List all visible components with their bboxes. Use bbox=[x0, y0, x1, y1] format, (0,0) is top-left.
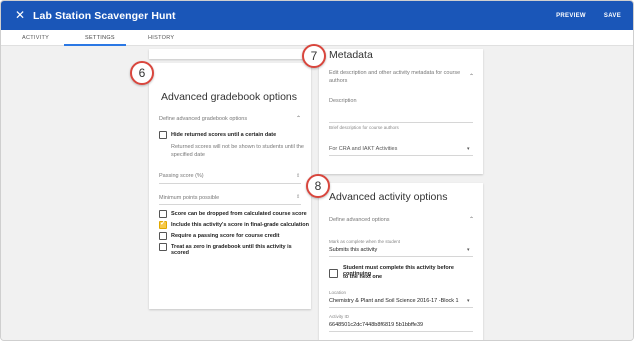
option-label-zero: Treat as zero in gradebook until this ac… bbox=[171, 244, 292, 256]
dropdown-arrow-icon[interactable]: ▾ bbox=[467, 298, 470, 304]
complete-label: Mark as complete when the student bbox=[329, 239, 401, 244]
activity-title: Lab Station Scavenger Hunt bbox=[33, 9, 176, 22]
option-checkbox-zero[interactable] bbox=[159, 243, 167, 251]
activity-id-value: 6648501c2dc7448b8f6819 5b1bbffe39 bbox=[329, 322, 424, 328]
hide-scores-note-1: Returned scores will not be shown to stu… bbox=[171, 144, 304, 150]
metadata-section-line2[interactable]: authors bbox=[329, 78, 347, 84]
option-label-require: Require a passing score for course credi… bbox=[171, 233, 280, 239]
preview-button[interactable]: PREVIEW bbox=[556, 13, 586, 19]
app-bar-actions: PREVIEW SAVE bbox=[556, 13, 621, 19]
metadata-section-line1[interactable]: Edit description and other activity meta… bbox=[329, 70, 460, 76]
activity-id-label: Activity ID bbox=[329, 314, 350, 319]
metadata-dropdown-underline bbox=[329, 155, 473, 156]
option-checkbox-require[interactable] bbox=[159, 232, 167, 240]
description-underline[interactable] bbox=[329, 122, 473, 123]
chevron-up-icon[interactable]: ⌃ bbox=[469, 73, 474, 80]
close-icon[interactable]: ✕ bbox=[10, 1, 30, 30]
option-label-include: Include this activity's score in final-g… bbox=[171, 222, 309, 228]
metadata-card: Metadata Edit description and other acti… bbox=[319, 49, 483, 174]
gradebook-section-label[interactable]: Define advanced gradebook options bbox=[159, 116, 247, 122]
previous-card-stub bbox=[149, 49, 309, 59]
complete-underline bbox=[329, 256, 473, 257]
min-points-label[interactable]: Minimum points possible bbox=[159, 195, 219, 201]
gradebook-options-card: Advanced gradebook options Define advanc… bbox=[149, 63, 311, 309]
spinner-icon[interactable]: ⇕ bbox=[296, 173, 300, 179]
hide-scores-note-2: specified date bbox=[171, 152, 205, 158]
tab-activity[interactable]: ACTIVITY bbox=[22, 30, 49, 46]
chevron-up-icon[interactable]: ⌃ bbox=[469, 216, 474, 223]
location-value[interactable]: Chemistry & Plant and Soil Science 2016-… bbox=[329, 298, 459, 304]
option-label-drop: Score can be dropped from calculated cou… bbox=[171, 211, 307, 217]
complete-value[interactable]: Submits this activity bbox=[329, 247, 377, 253]
passing-score-underline bbox=[159, 183, 301, 184]
advanced-section-label[interactable]: Define advanced options bbox=[329, 217, 390, 223]
description-hint: Brief description for course authors bbox=[329, 125, 399, 130]
app-bar: ✕ Lab Station Scavenger Hunt PREVIEW SAV… bbox=[1, 1, 633, 30]
content-edge bbox=[626, 46, 633, 340]
tab-history[interactable]: HISTORY bbox=[148, 30, 174, 46]
callout-6: 6 bbox=[130, 61, 154, 85]
hide-scores-label: Hide returned scores until a certain dat… bbox=[171, 132, 277, 138]
min-points-underline bbox=[159, 204, 301, 205]
spinner-icon[interactable]: ⇕ bbox=[296, 194, 300, 200]
must-complete-label-2: to the next one bbox=[343, 274, 383, 280]
advanced-activity-title: Advanced activity options bbox=[329, 191, 448, 203]
dropdown-arrow-icon[interactable]: ▾ bbox=[467, 247, 470, 253]
gradebook-card-title: Advanced gradebook options bbox=[161, 91, 298, 103]
callout-7: 7 bbox=[302, 44, 326, 68]
window-frame: ✕ Lab Station Scavenger Hunt PREVIEW SAV… bbox=[0, 0, 634, 341]
callout-8: 8 bbox=[306, 174, 330, 198]
metadata-dropdown-value[interactable]: For CRA and IAKT Activities bbox=[329, 146, 397, 152]
option-checkbox-include[interactable] bbox=[159, 219, 167, 229]
location-label: Location bbox=[329, 290, 347, 295]
save-button[interactable]: SAVE bbox=[604, 13, 621, 19]
option-checkbox-drop[interactable] bbox=[159, 210, 167, 218]
dropdown-arrow-icon[interactable]: ▾ bbox=[467, 146, 470, 152]
description-label: Description bbox=[329, 98, 357, 104]
activity-id-underline bbox=[329, 331, 473, 332]
must-complete-checkbox[interactable] bbox=[329, 269, 338, 278]
passing-score-label[interactable]: Passing score (%) bbox=[159, 173, 204, 179]
advanced-activity-card: Advanced activity options Define advance… bbox=[319, 183, 483, 340]
location-underline bbox=[329, 307, 473, 308]
hide-scores-checkbox[interactable] bbox=[159, 131, 167, 139]
metadata-card-title: Metadata bbox=[329, 49, 373, 61]
chevron-up-icon[interactable]: ⌃ bbox=[296, 115, 301, 122]
